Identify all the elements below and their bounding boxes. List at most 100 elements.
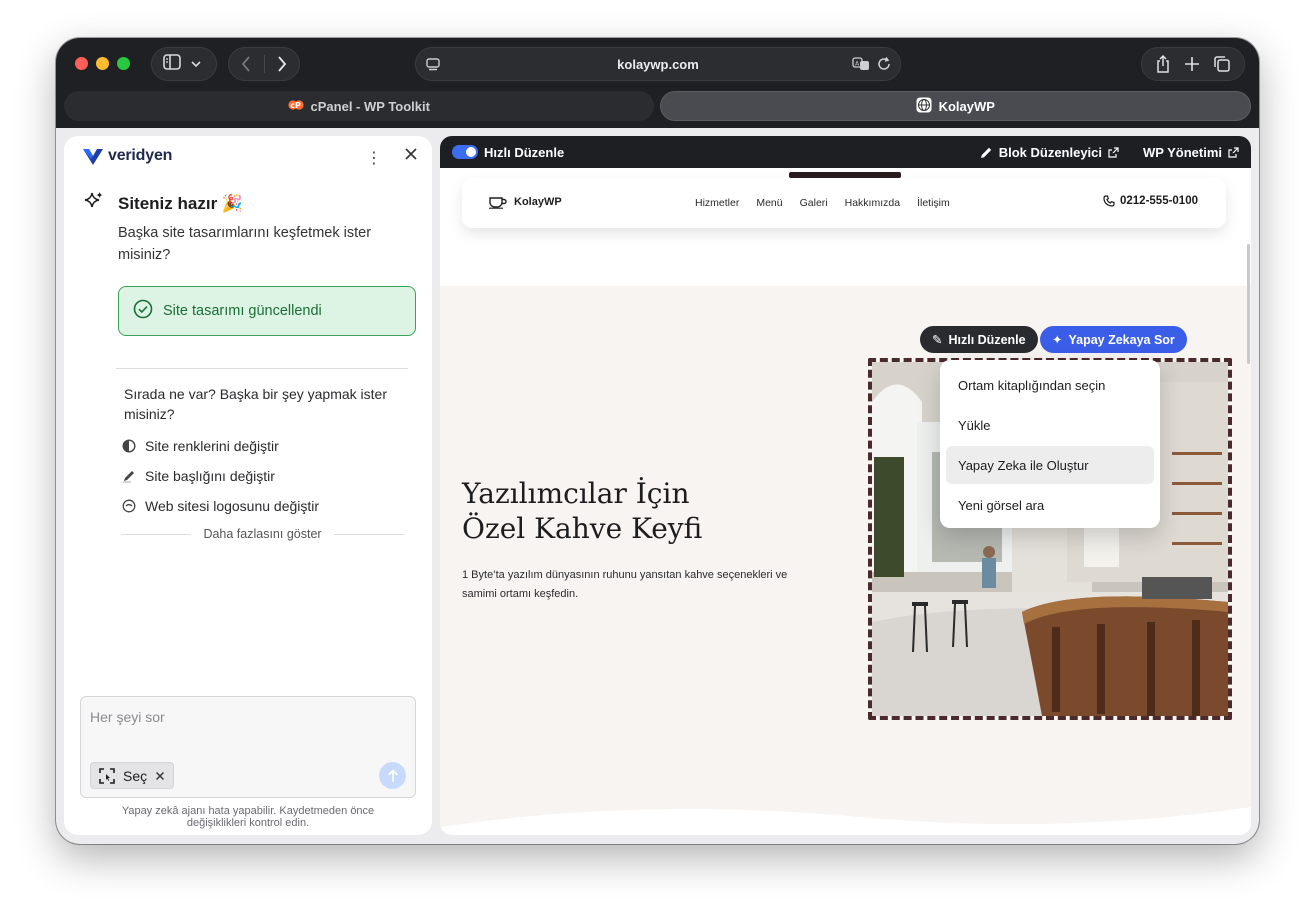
back-button[interactable] [229,48,264,80]
hero-title-line-1: Yazılımcılar İçin [462,477,690,510]
block-editor-label: Blok Düzenleyici [998,144,1103,160]
menu-item-menu[interactable]: Menü [756,197,782,209]
minimize-window-button[interactable] [96,57,109,70]
ask-ai-label: Yapay Zekaya Sor [1068,332,1175,347]
tab-overview-icon[interactable] [1213,55,1231,73]
logo-text: veridyen [108,147,173,164]
navigation-buttons [228,47,300,81]
title-bar: kolaywp.com A [56,38,1259,90]
menu-item-upload[interactable]: Yükle [946,406,1154,444]
menu-item-generate-ai[interactable]: Yapay Zeka ile Oluştur [946,446,1154,484]
external-link-icon [1108,146,1119,158]
suggestion-label: Site renklerini değiştir [145,438,279,454]
close-icon[interactable] [404,147,418,166]
chevron-down-icon [191,55,201,73]
forward-button[interactable] [264,48,299,80]
image-quick-edit-button[interactable]: ✎ Hızlı Düzenle [920,326,1038,353]
phone-number: 0212-555-0100 [1119,195,1198,207]
menu-item-services[interactable]: Hizmetler [695,197,739,209]
close-window-button[interactable] [75,57,88,70]
success-text: Site tasarımı güncellendi [163,303,322,319]
suggestion-label: Site başlığını değiştir [145,468,275,484]
pencil-icon: ✎ [932,333,943,347]
more-options-icon[interactable]: ⋮ [366,148,382,168]
remove-chip-icon[interactable] [155,768,165,784]
arrow-up-icon [387,768,398,782]
external-link-icon [1228,146,1239,158]
hero-title[interactable]: Yazılımcılar İçin Özel Kahve Keyfi [462,476,762,546]
reload-icon[interactable] [876,56,892,72]
zoom-window-button[interactable] [117,57,130,70]
svg-text:cP: cP [290,101,301,110]
suggestion-change-logo[interactable]: Web sitesi logosunu değiştir [122,498,319,514]
select-element-chip[interactable]: Seç [90,762,175,789]
translate-icon[interactable]: A [852,56,870,72]
image-options-menu: Ortam kitaplığından seçin Yükle Yapay Ze… [940,360,1160,528]
menu-item-gallery[interactable]: Galeri [800,197,828,209]
coffee-cup-icon [489,197,507,209]
suggestion-change-colors[interactable]: Site renklerini değiştir [122,438,279,454]
tab-bar: cP cPanel - WP Toolkit KolayWP [64,91,1251,121]
share-icon[interactable] [1155,54,1171,74]
ready-subtitle: Başka site tasarımlarını keşfetmek ister… [118,225,372,263]
site-header-area: KolayWP Hizmetler Menü Galeri Hakkımızda… [440,168,1251,286]
sidebar-icon [163,53,181,75]
tab-label: KolayWP [938,98,995,114]
hero-title-line-2: Özel Kahve Keyfi [462,512,703,545]
preview-scrollbar[interactable] [1247,244,1250,364]
site-preview: KolayWP Hizmetler Menü Galeri Hakkımızda… [440,168,1251,835]
select-chip-label: Seç [123,767,148,784]
hero-section: Yazılımcılar İçin Özel Kahve Keyfi 1 Byt… [440,286,1251,835]
phone-icon [1103,195,1115,207]
editor-links: Blok Düzenleyici WP Yönetimi [980,136,1239,168]
site-navbar: KolayWP Hizmetler Menü Galeri Hakkımızda… [462,178,1226,228]
suggestion-change-title[interactable]: Site başlığını değiştir [122,468,275,484]
show-more-row: Daha fazlasını göster [121,527,404,541]
wp-admin-link[interactable]: WP Yönetimi [1143,145,1239,160]
block-editor-link[interactable]: Blok Düzenleyici [980,145,1119,160]
site-brand-text: KolayWP [514,196,562,208]
browser-content: veridyen ⋮ Siteniz hazır 🎉 Başka site ta… [56,128,1259,844]
send-button[interactable] [379,762,406,789]
sparkle-icon [84,191,104,216]
divider-left [121,533,192,535]
menu-item-about[interactable]: Hakkımızda [845,197,900,209]
hero-description[interactable]: 1 Byte’ta yazılım dünyasının ruhunu yans… [462,566,822,604]
browser-actions [1141,47,1245,81]
menu-item-contact[interactable]: İletişim [917,197,950,209]
globe-icon [916,97,932,116]
ready-message: Siteniz hazır 🎉 Başka site tasarımlarını… [84,191,414,266]
quick-edit-label: Hızlı Düzenle [484,144,565,160]
chevron-right-icon [278,56,286,72]
site-menu: Hizmetler Menü Galeri Hakkımızda İletişi… [695,197,950,209]
show-more-button[interactable]: Daha fazlasını göster [203,527,321,541]
tab-cpanel[interactable]: cP cPanel - WP Toolkit [64,91,654,121]
new-tab-icon[interactable] [1184,56,1200,72]
browser-window: kolaywp.com A cP cPanel - WP Toolkit Kol… [56,38,1259,844]
ask-ai-button[interactable]: ✦ Yapay Zekaya Sor [1040,326,1187,353]
sparkle-icon: ✦ [1052,333,1063,347]
editor-toolbar: Hızlı Düzenle Blok Düzenleyici WP Yöneti… [440,136,1251,168]
assistant-panel: veridyen ⋮ Siteniz hazır 🎉 Başka site ta… [64,136,432,835]
assistant-header: veridyen ⋮ [82,146,422,170]
quick-edit-toggle[interactable] [452,145,478,159]
sidebar-toggle-button[interactable] [151,47,217,81]
menu-item-media-library[interactable]: Ortam kitaplığından seçin [946,366,1154,404]
select-frame-icon [99,767,115,784]
pencil-icon [980,147,991,158]
chat-input-placeholder[interactable]: Her şeyi sor [90,709,165,725]
site-phone[interactable]: 0212-555-0100 [1103,195,1198,207]
address-bar[interactable]: kolaywp.com A [415,47,901,81]
contrast-icon [122,439,136,453]
cpanel-icon: cP [287,98,304,115]
divider [116,368,408,369]
logo-icon [122,499,136,513]
chat-input-box[interactable]: Her şeyi sor Seç [80,696,416,798]
tab-kolaywp[interactable]: KolayWP [659,91,1251,121]
page-menu-icon[interactable] [425,57,441,78]
next-question: Sırada ne var? Başka bir şey yapmak iste… [124,386,388,422]
menu-item-search-image[interactable]: Yeni görsel ara [946,486,1154,524]
site-brand[interactable]: KolayWP [488,195,562,209]
address-bar-actions: A [852,56,892,72]
ready-title: Siteniz hazır 🎉 [118,193,244,213]
